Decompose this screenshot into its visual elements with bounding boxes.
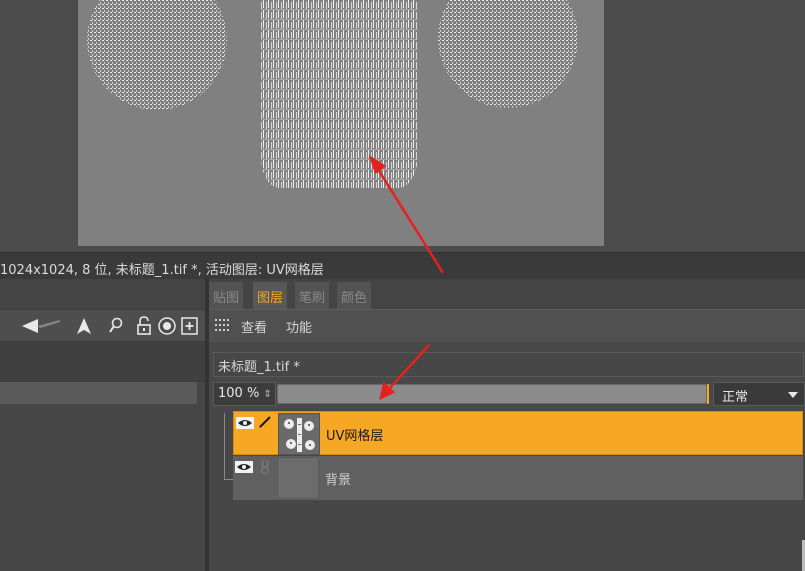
layer-row-background[interactable]: 背景 (233, 456, 803, 500)
viewport[interactable] (0, 0, 805, 252)
chevron-down-icon (788, 392, 798, 398)
left-toolbar (0, 309, 205, 342)
opacity-value: 100 % (218, 386, 260, 401)
add-layer-icon[interactable] (180, 314, 200, 338)
status-text: 1024x1024, 8 位, 未标题_1.tif *, 活动图层: UV网格层 (0, 263, 324, 278)
eye-icon[interactable] (236, 417, 254, 429)
grid-icon[interactable] (215, 319, 229, 331)
magnifier-icon[interactable] (106, 314, 126, 338)
layer-thumbnail-uv (278, 413, 320, 455)
panel-tabs: 贴图 图层 笔刷 颜色 (209, 279, 805, 309)
uv-canvas[interactable] (78, 0, 604, 246)
opacity-slider[interactable] (277, 384, 707, 404)
layers-panel: 贴图 图层 笔刷 颜色 查看 功能 未标题_1.tif * 100 % ⇕ 正常… (209, 279, 805, 571)
blend-mode-value: 正常 (722, 390, 749, 405)
tab-color[interactable]: 颜色 (337, 282, 372, 309)
status-bar: 1024x1024, 8 位, 未标题_1.tif *, 活动图层: UV网格层 (0, 252, 805, 279)
left-panel-header (0, 279, 205, 309)
document-name: 未标题_1.tif * (213, 352, 804, 377)
uv-cylinder (261, 0, 418, 188)
eye-icon[interactable] (235, 461, 253, 473)
layer-row-uv[interactable]: UV网格层 (233, 411, 803, 455)
blend-mode-select[interactable]: 正常 (713, 382, 805, 406)
brush-icon[interactable] (258, 415, 272, 429)
opacity-field[interactable]: 100 % ⇕ (213, 382, 276, 406)
view-menu[interactable]: 查看 (241, 317, 267, 336)
tree-connector (224, 413, 225, 479)
tab-layers[interactable]: 图层 (253, 282, 288, 309)
tab-texture[interactable]: 贴图 (209, 282, 244, 309)
chain-icon[interactable] (260, 459, 270, 475)
layer-name-uv: UV网格层 (326, 429, 384, 444)
uv-sphere-left (87, 0, 227, 110)
opacity-stepper-icon[interactable]: ⇕ (263, 389, 271, 400)
layer-name-background: 背景 (325, 473, 352, 488)
opacity-row: 100 % ⇕ 正常 (213, 382, 805, 406)
tab-brush[interactable]: 笔刷 (295, 282, 330, 309)
arrow-left-icon[interactable] (20, 314, 62, 338)
layer-thumbnail-background (277, 457, 319, 499)
uv-sphere-right (438, 0, 578, 108)
layers-subbar: 查看 功能 (209, 309, 805, 342)
left-panel (0, 279, 205, 571)
arrow-up-icon[interactable] (74, 314, 94, 338)
function-menu[interactable]: 功能 (286, 317, 312, 336)
uv-wireframe (87, 0, 578, 188)
target-icon[interactable] (156, 314, 178, 338)
opacity-slider-handle[interactable] (707, 384, 709, 404)
left-list-row[interactable] (0, 382, 197, 404)
left-list-header (0, 342, 205, 382)
app-window: 1024x1024, 8 位, 未标题_1.tif *, 活动图层: UV网格层 (0, 0, 805, 571)
lock-icon[interactable] (134, 314, 154, 338)
layer-list: UV网格层 背景 (209, 409, 805, 571)
